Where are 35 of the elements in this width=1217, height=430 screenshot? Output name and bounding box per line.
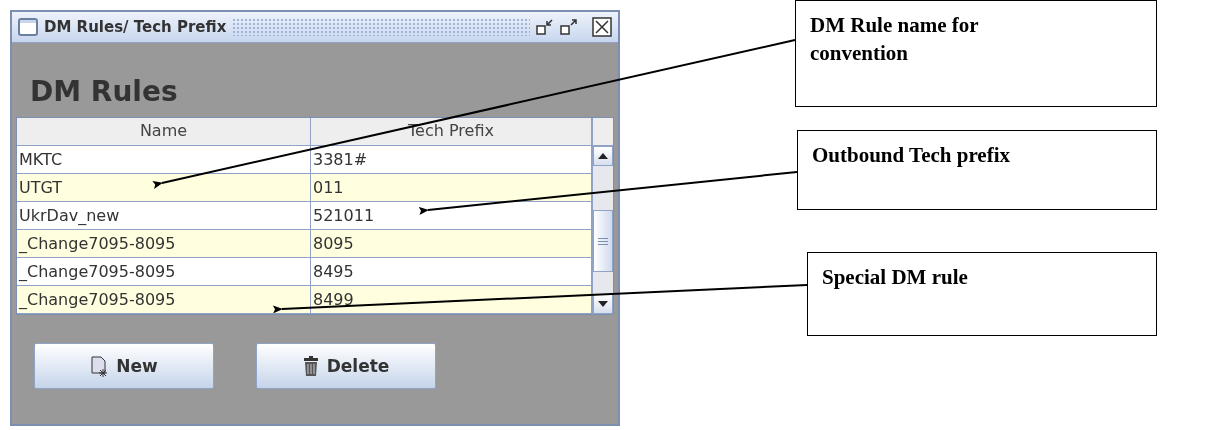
table-cell: 8095 [311,230,592,258]
maximize-icon[interactable] [560,18,578,36]
table-cell: 3381# [311,146,592,174]
callout-box: Outbound Tech prefix [797,130,1157,210]
column-header[interactable]: Name [17,118,311,146]
grip-icon [598,237,608,245]
down-arrow-icon [598,301,608,307]
new-button[interactable]: New [34,343,214,389]
callout-box: Special DM rule [807,252,1157,336]
table-cell: 8499 [311,286,592,314]
scroll-up-button[interactable] [593,146,613,166]
window-title: DM Rules/ Tech Prefix [44,18,227,36]
scrollbar[interactable] [592,118,613,314]
table-cell: 521011 [311,202,592,230]
delete-button[interactable]: Delete [256,343,436,389]
table-cell: _Change7095-8095 [17,286,311,314]
scroll-down-button[interactable] [593,294,613,314]
scroll-thumb[interactable] [593,210,613,272]
table-cell: _Change7095-8095 [17,258,311,286]
minimize-icon[interactable] [536,18,554,36]
table-cell: UkrDav_new [17,202,311,230]
window-icon [18,18,38,36]
callout-box: DM Rule name for convention [795,0,1157,107]
new-document-icon [90,355,109,377]
section-heading: DM Rules [30,74,179,110]
table-cell: _Change7095-8095 [17,230,311,258]
close-icon[interactable] [592,17,612,37]
column-header[interactable]: Tech Prefix [311,118,592,146]
table-cell: 011 [311,174,592,202]
table-cell: 8495 [311,258,592,286]
header-corner [593,118,613,146]
trash-icon [302,355,319,377]
table-cell: UTGT [17,174,311,202]
table-cell: MKTC [17,146,311,174]
up-arrow-icon [598,153,608,159]
